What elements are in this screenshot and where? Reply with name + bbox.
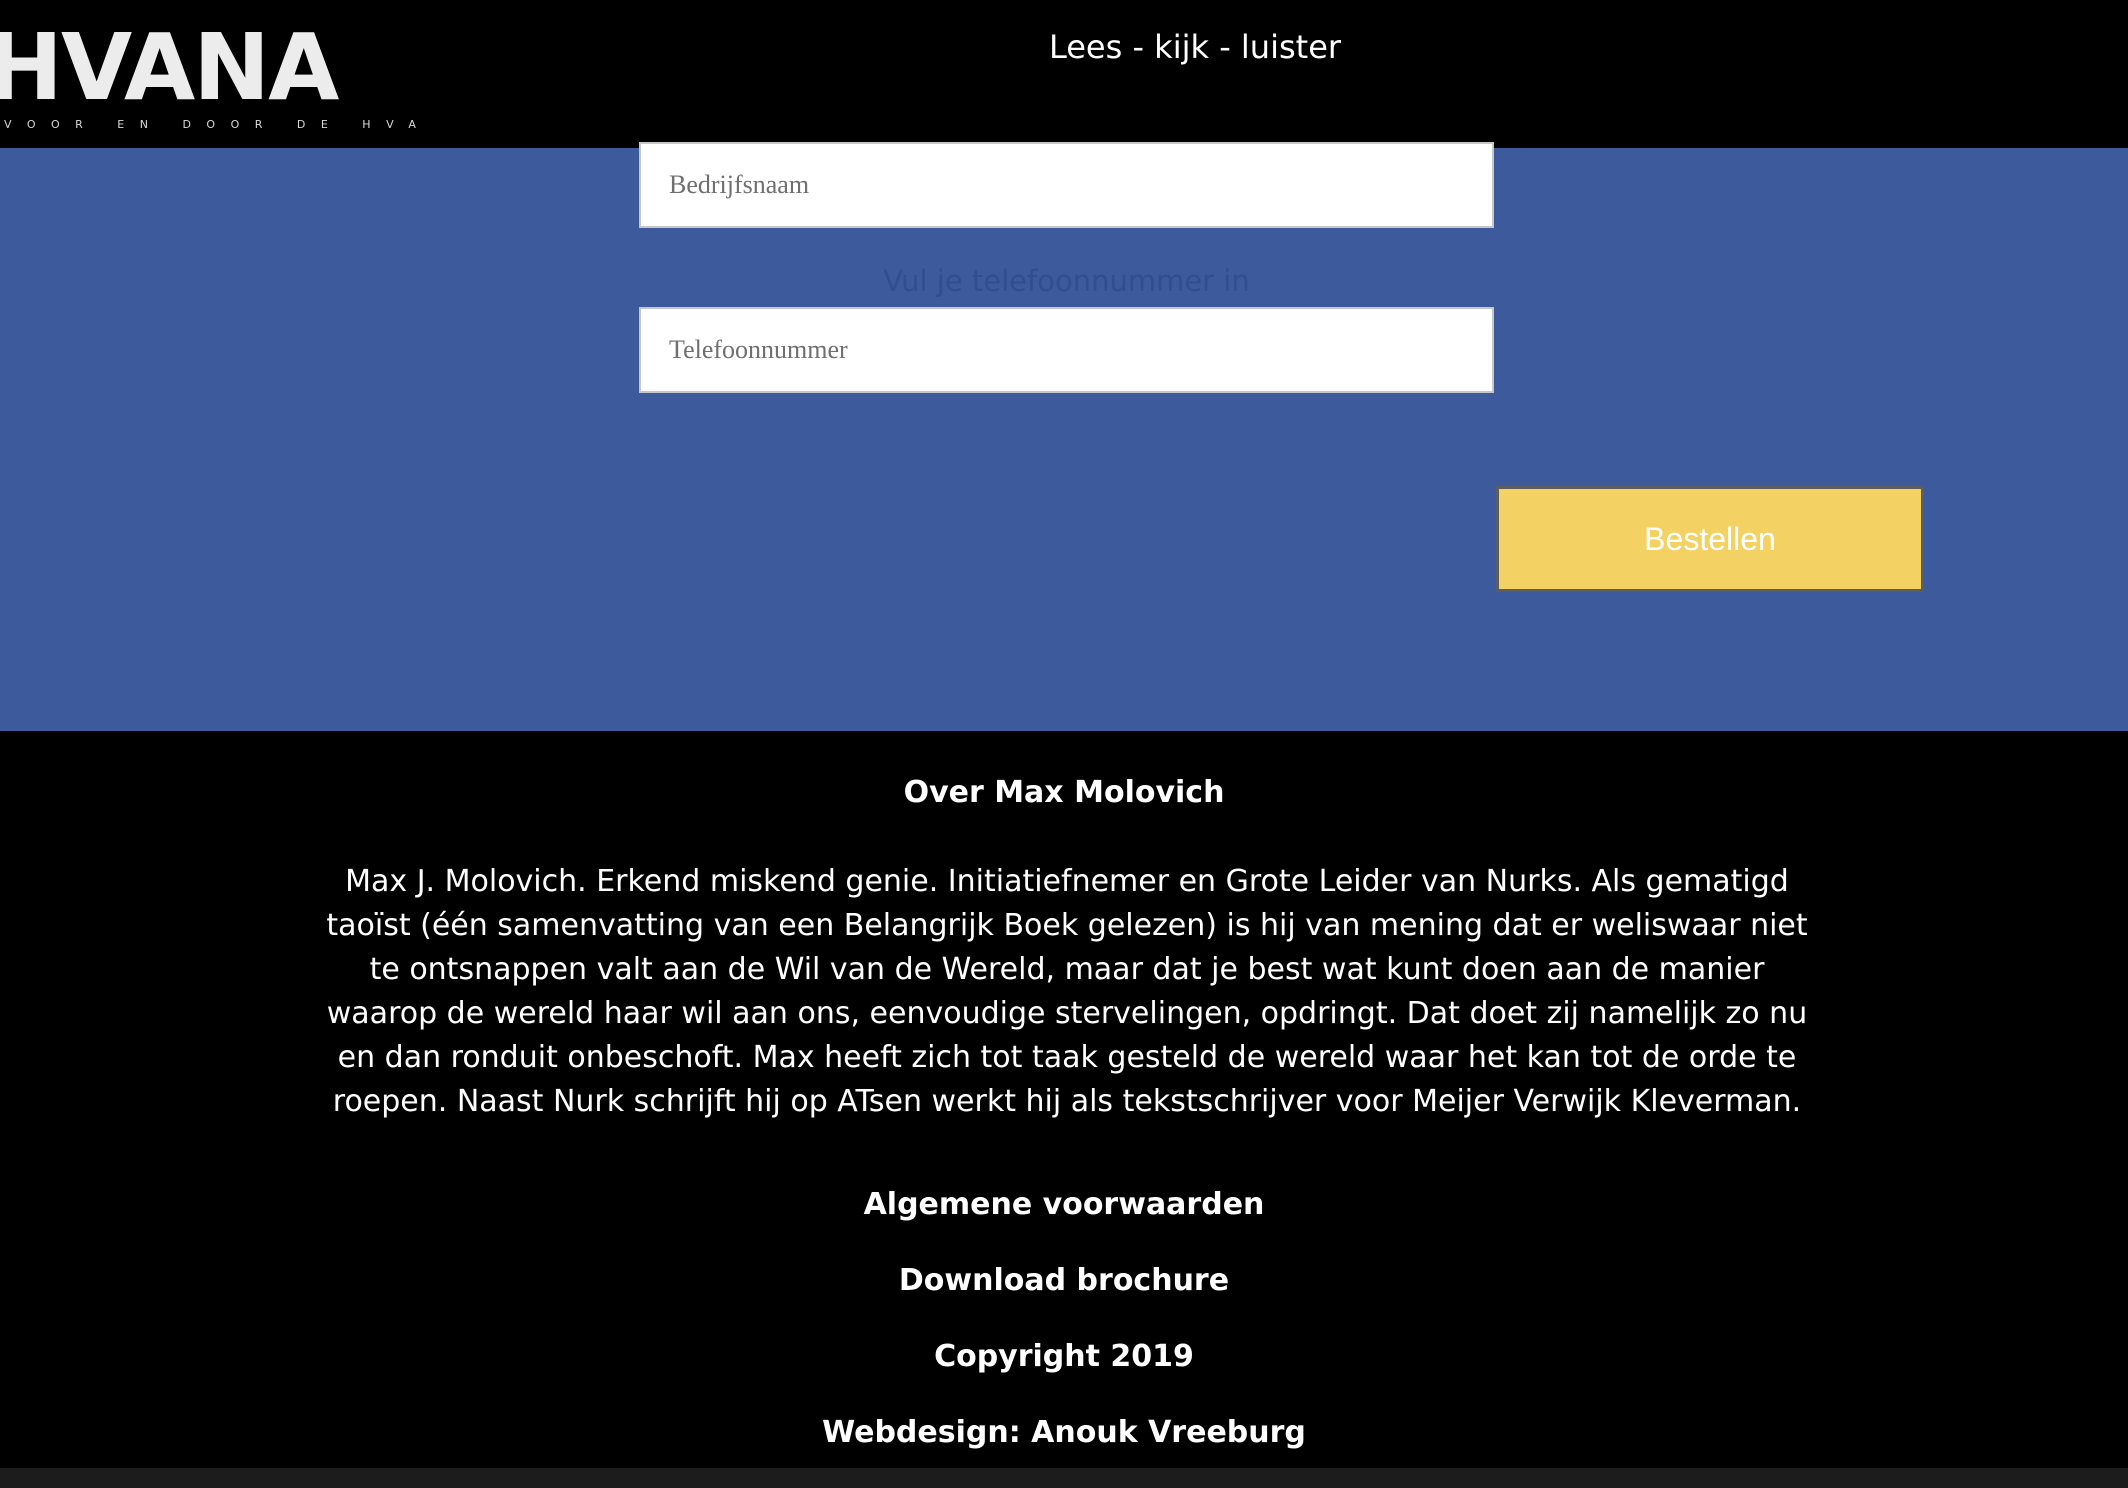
phone-label: Vul je telefoonnummer in: [883, 264, 1250, 298]
company-name-input[interactable]: [639, 142, 1494, 228]
webdesign-credit: Webdesign: Anouk Vreeburg: [822, 1415, 1306, 1450]
site-footer: Over Max Molovich Max J. Molovich. Erken…: [0, 731, 2128, 1468]
download-brochure-link[interactable]: Download brochure: [0, 1263, 2128, 1298]
author-bio: Max J. Molovich. Erkend miskend genie. I…: [326, 864, 1808, 1119]
logo-wordmark: HVANA: [0, 14, 339, 121]
footer-heading: Over Max Molovich: [903, 775, 1225, 810]
phone-number-input[interactable]: [639, 307, 1494, 393]
bottom-edge-bar: [0, 1468, 2128, 1488]
logo-tagline: VOOR EN DOOR DE HVA: [4, 118, 432, 131]
copyright-text: Copyright 2019: [934, 1339, 1194, 1374]
nav-title[interactable]: Lees - kijk - luister: [1000, 28, 1390, 66]
terms-link[interactable]: Algemene voorwaarden: [0, 1187, 2128, 1222]
order-button[interactable]: Bestellen: [1496, 486, 1924, 592]
order-form-section: Vul je telefoonnummer in Bestellen: [0, 142, 2128, 731]
site-header: HVANA VOOR EN DOOR DE HVA Lees - kijk - …: [0, 0, 2128, 148]
hvana-logo[interactable]: HVANA VOOR EN DOOR DE HVA: [0, 22, 416, 135]
